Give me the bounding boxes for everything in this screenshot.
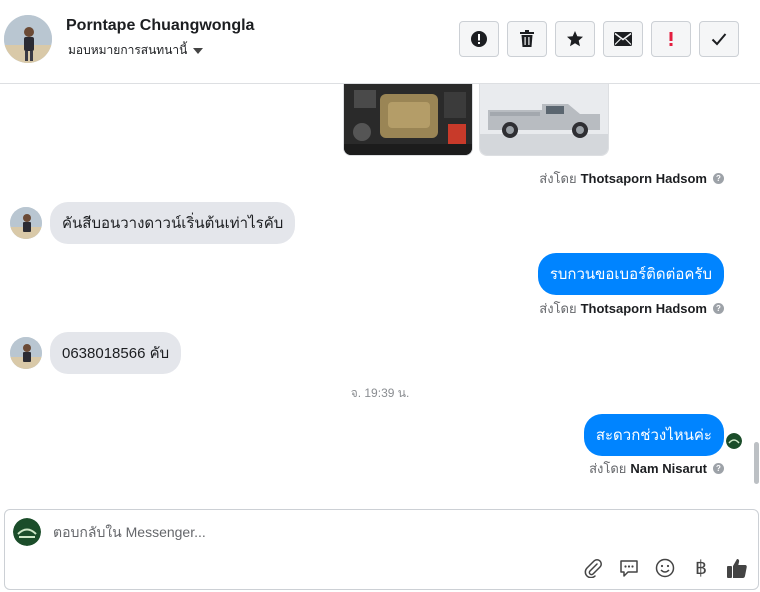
contact-avatar[interactable]: [4, 15, 52, 63]
saved-replies-button[interactable]: [618, 557, 640, 579]
composer-tools: ฿: [582, 557, 748, 579]
envelope-icon: [614, 32, 632, 46]
paperclip-icon: [584, 559, 602, 578]
contact-avatar-small: [10, 337, 42, 369]
exclamation-circle-icon: [471, 31, 487, 47]
message-timestamp: จ. 19:39 น.: [350, 386, 410, 400]
assign-conversation-dropdown[interactable]: มอบหมายการสนทนานี้: [68, 41, 204, 60]
incoming-message-row: 0638018566 คับ: [10, 332, 182, 374]
contact-name[interactable]: Porntape Chuangwongla: [66, 17, 254, 35]
sender-name: Thotsaporn Hadsom: [580, 171, 707, 186]
outgoing-message[interactable]: สะดวกช่วงไหนค่ะ: [583, 414, 724, 456]
thumbs-up-icon: [727, 559, 747, 578]
help-icon[interactable]: ?: [713, 303, 724, 314]
saved-reply-icon: [620, 560, 638, 577]
conversation-header: Porntape Chuangwongla มอบหมายการสนทนานี้: [0, 0, 760, 84]
thread-scrollbar[interactable]: [752, 84, 760, 500]
incoming-message[interactable]: 0638018566 คับ: [50, 332, 182, 374]
emoji-button[interactable]: [654, 557, 676, 579]
baht-icon: ฿: [694, 557, 708, 579]
sent-by-prefix: ส่งโดย: [589, 461, 627, 476]
assign-label: มอบหมายการสนทนานี้: [68, 43, 188, 57]
follow-up-button[interactable]: [651, 21, 691, 57]
mark-spam-button[interactable]: [459, 21, 499, 57]
mark-unread-button[interactable]: [603, 21, 643, 57]
pickup-truck-photo[interactable]: [479, 84, 609, 156]
star-icon: [567, 31, 583, 47]
sent-by-label: ส่งโดย Thotsaporn Hadsom ?: [539, 168, 724, 189]
sent-by-prefix: ส่งโดย: [539, 171, 577, 186]
contact-avatar-small: [10, 207, 42, 239]
incoming-message[interactable]: คันสีบอนวางดาวน์เริ่นต้นเท่าไรคับ: [50, 202, 296, 244]
attach-button[interactable]: [582, 557, 604, 579]
sent-by-label: ส่งโดย Thotsaporn Hadsom ?: [539, 298, 724, 319]
outgoing-message[interactable]: รบกวนขอเบอร์ติดต่อครับ: [537, 253, 724, 295]
sent-by-label: ส่งโดย Nam Nisarut ?: [589, 458, 724, 479]
checkmark-icon: [711, 33, 727, 46]
emoji-icon: [655, 558, 675, 578]
reply-composer: ฿: [4, 509, 759, 590]
engine-photo[interactable]: [343, 84, 473, 156]
caret-down-icon: [193, 48, 204, 54]
sender-name: Nam Nisarut: [630, 461, 707, 476]
star-button[interactable]: [555, 21, 595, 57]
scrollbar-thumb[interactable]: [754, 442, 759, 484]
delete-button[interactable]: [507, 21, 547, 57]
mark-done-button[interactable]: [699, 21, 739, 57]
header-actions: [459, 21, 739, 57]
sent-by-prefix: ส่งโดย: [539, 301, 577, 316]
incoming-message-row: คันสีบอนวางดาวน์เริ่นต้นเท่าไรคับ: [10, 202, 296, 244]
trash-icon: [520, 30, 534, 47]
message-thread[interactable]: ส่งโดย Thotsaporn Hadsom ? คันสีบอนวางดา…: [0, 84, 760, 500]
shared-photos: [343, 84, 609, 156]
seen-indicator-avatar: [726, 433, 742, 449]
help-icon[interactable]: ?: [713, 173, 724, 184]
page-avatar: [13, 518, 41, 546]
help-icon[interactable]: ?: [713, 463, 724, 474]
sender-name: Thotsaporn Hadsom: [580, 301, 707, 316]
reply-input[interactable]: [53, 524, 573, 540]
like-button[interactable]: [726, 557, 748, 579]
exclamation-red-icon: [669, 32, 673, 46]
payment-button[interactable]: ฿: [690, 557, 712, 579]
